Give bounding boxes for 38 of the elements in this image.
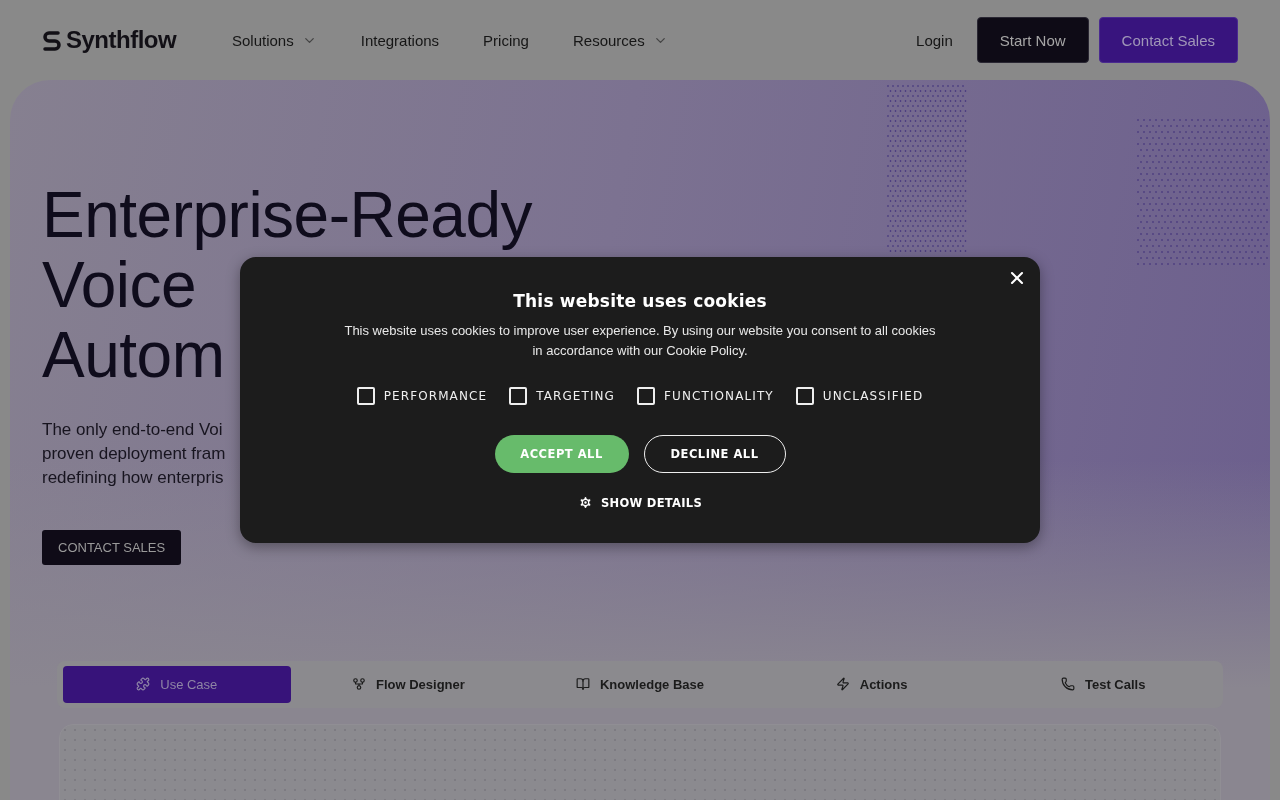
start-now-button[interactable]: Start Now xyxy=(976,17,1089,63)
tab-icon xyxy=(1060,677,1075,692)
feature-tab[interactable]: Use Case xyxy=(63,665,291,703)
logo-text[interactable]: Synthflow xyxy=(66,26,177,54)
nav-link[interactable]: Resources xyxy=(572,31,668,49)
contact-sales-button[interactable]: CONTACT SALES xyxy=(42,530,182,565)
checkbox-label: UNCLASSIFIED xyxy=(822,389,924,403)
checkbox[interactable] xyxy=(795,387,814,405)
hero-subtitle: proven deployment fram xyxy=(42,443,226,465)
dialog-title: This website uses cookies xyxy=(513,291,767,311)
nav-link[interactable]: Integrations xyxy=(360,31,440,49)
nav-link[interactable]: Solutions xyxy=(232,31,317,49)
login-link[interactable]: Login xyxy=(916,31,953,49)
show-details-button[interactable]: SHOW DETAILS xyxy=(577,495,703,510)
tab-icon xyxy=(351,677,366,692)
contact-sales-button[interactable]: Contact Sales xyxy=(1098,17,1238,63)
checkbox-label: TARGETING xyxy=(536,389,615,403)
nav-link[interactable]: Pricing xyxy=(483,31,529,49)
feature-tab[interactable]: Knowledge Base xyxy=(526,665,754,703)
feature-tab[interactable]: Flow Designer xyxy=(294,665,523,703)
tab-icon xyxy=(136,677,151,692)
hero-title: Voice xyxy=(42,250,197,320)
checkbox-label: FUNCTIONALITY xyxy=(664,389,774,403)
hero-title: Autom xyxy=(42,320,225,390)
tab-icon xyxy=(575,677,590,692)
tab-icon xyxy=(835,677,850,692)
checkbox[interactable] xyxy=(356,387,375,405)
feature-tab[interactable]: Test Calls xyxy=(989,665,1217,703)
settings-icon xyxy=(577,495,593,510)
hero-subtitle: redefining how enterpris xyxy=(42,467,224,489)
checkbox-label: PERFORMANCE xyxy=(383,389,488,403)
logo-icon xyxy=(42,29,62,51)
dialog-text: This website uses cookies to improve user experience. By using our website you consent to all cookies in accordance with our Cookie Policy. xyxy=(343,322,937,360)
feature-tab[interactable]: Actions xyxy=(757,665,986,703)
checkbox[interactable] xyxy=(509,387,528,405)
checkbox[interactable] xyxy=(637,387,655,405)
hero-subtitle: The only end-to-end Voi xyxy=(42,419,223,441)
hero-title: Enterprise-Ready xyxy=(42,180,532,250)
